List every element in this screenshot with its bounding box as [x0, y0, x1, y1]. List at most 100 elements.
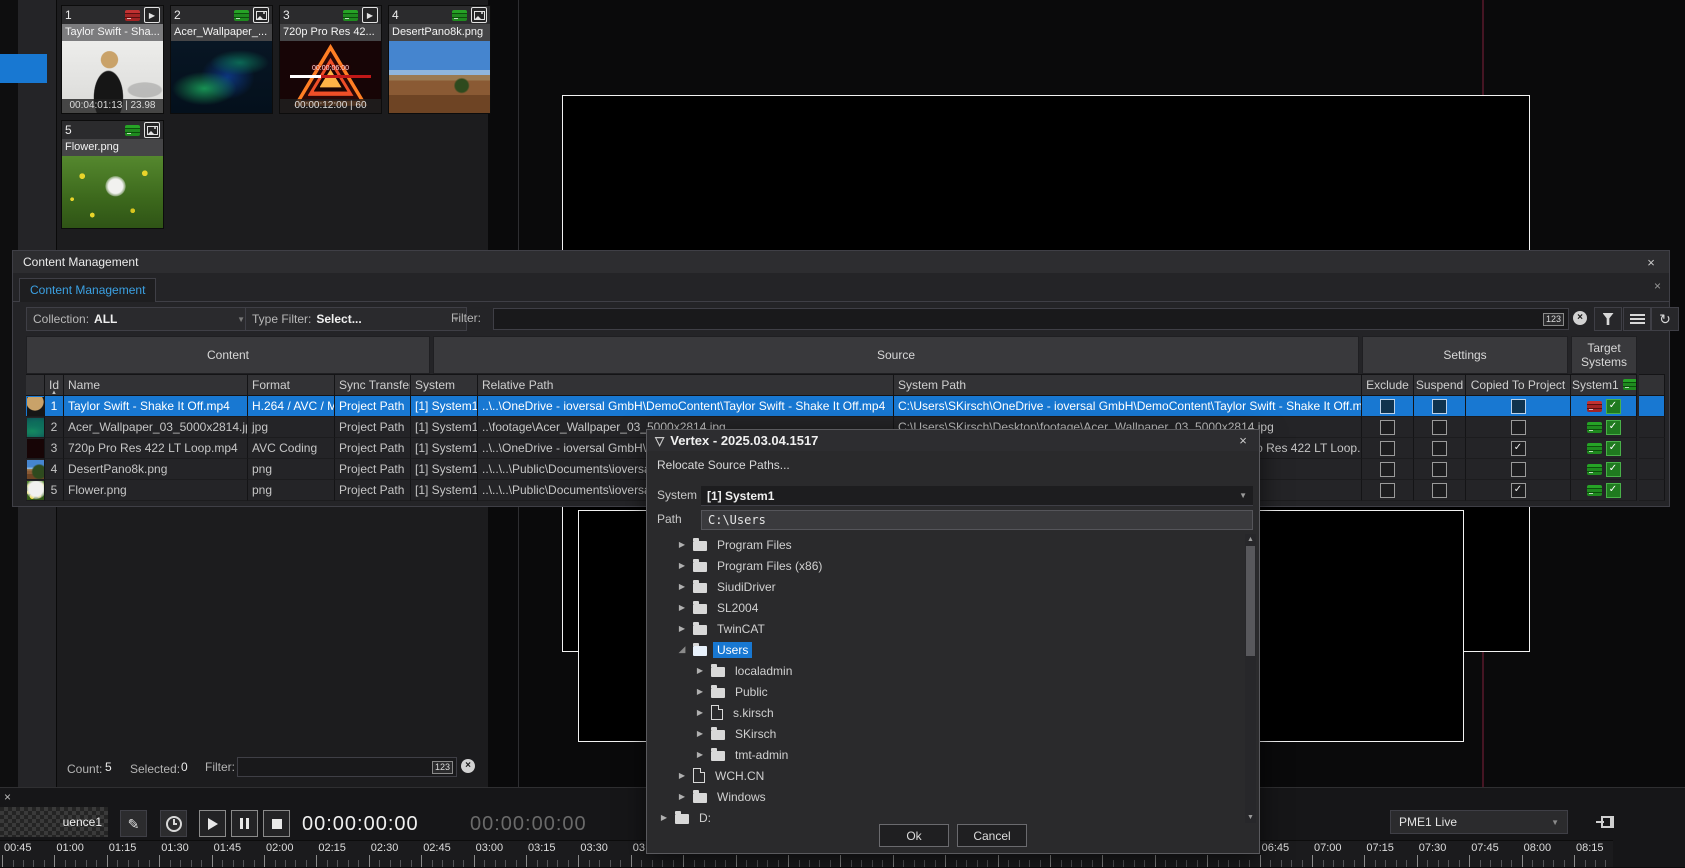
- cm-tabstrip-close-icon[interactable]: ×: [1654, 279, 1661, 293]
- cancel-button[interactable]: Cancel: [957, 824, 1027, 847]
- expander-collapsed-icon[interactable]: ▶: [677, 624, 687, 633]
- cell-exclude[interactable]: [1362, 480, 1414, 501]
- cell-copied[interactable]: ✓: [1466, 480, 1571, 501]
- tree-item[interactable]: ◢Users: [649, 639, 1243, 660]
- tree-item[interactable]: ▶s.kirsch: [649, 702, 1243, 723]
- expander-collapsed-icon[interactable]: ▶: [695, 666, 705, 675]
- media-thumbnail[interactable]: 3▶720p Pro Res 42...00:00:06:0000:00:12:…: [280, 6, 381, 113]
- checkbox-copied[interactable]: [1511, 420, 1526, 435]
- cell-copied[interactable]: [1466, 396, 1571, 417]
- checkbox-suspend[interactable]: [1432, 462, 1447, 477]
- cell-suspend[interactable]: [1414, 417, 1466, 438]
- checkbox-exclude[interactable]: [1380, 441, 1395, 456]
- media-thumbnail[interactable]: 5Flower.png: [62, 121, 163, 228]
- expander-collapsed-icon[interactable]: ▶: [695, 750, 705, 759]
- table-row[interactable]: 1Taylor Swift - Shake It Off.mp4H.264 / …: [13, 396, 1669, 417]
- column-header-target[interactable]: System1: [1571, 374, 1637, 396]
- checkbox-exclude[interactable]: [1380, 420, 1395, 435]
- cell-exclude[interactable]: [1362, 459, 1414, 480]
- numeric-filter-badge[interactable]: 123: [1543, 313, 1564, 326]
- column-header-exclude[interactable]: Exclude: [1362, 374, 1414, 396]
- tree-item[interactable]: ▶Windows: [649, 786, 1243, 807]
- expander-collapsed-icon[interactable]: ▶: [659, 813, 669, 822]
- column-header-copied[interactable]: Copied To Project: [1466, 374, 1571, 396]
- sidebar-active-indicator[interactable]: [0, 54, 47, 83]
- column-header-sync[interactable]: Sync Transfer: [335, 374, 411, 396]
- column-header-system_path[interactable]: System Path: [894, 374, 1362, 396]
- checkbox-exclude[interactable]: [1380, 483, 1395, 498]
- column-header-relative_path[interactable]: Relative Path: [478, 374, 894, 396]
- dialog-titlebar[interactable]: ▽ Vertex - 2025.03.04.1517 ×: [647, 430, 1259, 451]
- checkbox-suspend[interactable]: [1432, 420, 1447, 435]
- system-dropdown[interactable]: [1] System1 ▼: [701, 486, 1253, 506]
- collection-dropdown[interactable]: Collection: ALL ▼: [26, 307, 252, 331]
- cm-close-icon[interactable]: ×: [1643, 255, 1659, 270]
- cm-window-titlebar[interactable]: Content Management ×: [13, 251, 1669, 273]
- cell-suspend[interactable]: [1414, 396, 1466, 417]
- tree-item[interactable]: ▶WCH.CN: [649, 765, 1243, 786]
- column-header-extra[interactable]: [1639, 374, 1665, 396]
- play-button[interactable]: [199, 810, 226, 837]
- expander-collapsed-icon[interactable]: ▶: [677, 792, 687, 801]
- target-checked-icon[interactable]: ✓: [1606, 399, 1621, 414]
- edit-sequence-button[interactable]: ✎: [120, 810, 147, 837]
- checkbox-suspend[interactable]: [1432, 441, 1447, 456]
- cell-copied[interactable]: ✓: [1466, 438, 1571, 459]
- media-thumbnail[interactable]: 1▶Taylor Swift - Sha...00:04:01:13 | 23.…: [62, 6, 163, 113]
- media-thumbnail[interactable]: 4DesertPano8k.png: [389, 6, 490, 113]
- timeline-close-icon[interactable]: ×: [4, 790, 11, 804]
- expander-collapsed-icon[interactable]: ▶: [677, 603, 687, 612]
- clear-filter-icon[interactable]: ×: [1573, 311, 1587, 325]
- menu-button[interactable]: [1623, 307, 1651, 331]
- tree-item[interactable]: ▶tmt-admin: [649, 744, 1243, 765]
- column-header-id[interactable]: Id▲: [45, 374, 64, 396]
- cell-suspend[interactable]: [1414, 459, 1466, 480]
- column-header-format[interactable]: Format: [248, 374, 335, 396]
- browser-filter-input[interactable]: 123: [237, 757, 457, 777]
- cell-exclude[interactable]: [1362, 417, 1414, 438]
- checkbox-copied[interactable]: ✓: [1511, 441, 1526, 456]
- refresh-button[interactable]: ↻: [1651, 307, 1679, 331]
- pause-button[interactable]: [231, 810, 258, 837]
- expander-collapsed-icon[interactable]: ▶: [677, 561, 687, 570]
- type-filter-dropdown[interactable]: Type Filter: Select... ▼: [245, 307, 467, 331]
- target-checked-icon[interactable]: ✓: [1606, 441, 1621, 456]
- ok-button[interactable]: Ok: [879, 824, 949, 847]
- stop-button[interactable]: [263, 810, 290, 837]
- checkbox-copied[interactable]: [1511, 399, 1526, 414]
- cell-exclude[interactable]: [1362, 438, 1414, 459]
- dock-pin-icon[interactable]: [1596, 816, 1616, 828]
- timecode-mode-button[interactable]: [160, 810, 187, 837]
- cell-suspend[interactable]: [1414, 480, 1466, 501]
- cell-suspend[interactable]: [1414, 438, 1466, 459]
- checkbox-copied[interactable]: ✓: [1511, 483, 1526, 498]
- pme-live-dropdown[interactable]: PME1 Live ▼: [1390, 810, 1568, 834]
- expander-collapsed-icon[interactable]: ▶: [677, 771, 687, 780]
- tree-item[interactable]: ▶Public: [649, 681, 1243, 702]
- tree-item[interactable]: ▶TwinCAT: [649, 618, 1243, 639]
- clear-filter-icon[interactable]: ×: [461, 759, 475, 773]
- expander-collapsed-icon[interactable]: ▶: [695, 687, 705, 696]
- column-header-system[interactable]: System: [411, 374, 478, 396]
- column-header-suspend[interactable]: Suspend: [1414, 374, 1466, 396]
- checkbox-suspend[interactable]: [1432, 399, 1447, 414]
- sequence-tab[interactable]: uence1: [0, 807, 108, 837]
- cm-filter-input[interactable]: 123: [493, 308, 1569, 330]
- scrollbar-thumb[interactable]: [1246, 546, 1255, 656]
- dialog-close-icon[interactable]: ×: [1235, 433, 1251, 448]
- expander-collapsed-icon[interactable]: ▶: [677, 540, 687, 549]
- tree-item[interactable]: ▶SL2004: [649, 597, 1243, 618]
- cell-copied[interactable]: [1466, 417, 1571, 438]
- expander-collapsed-icon[interactable]: ▶: [695, 729, 705, 738]
- tree-item[interactable]: ▶localadmin: [649, 660, 1243, 681]
- target-checked-icon[interactable]: ✓: [1606, 483, 1621, 498]
- media-thumbnail[interactable]: 2Acer_Wallpaper_...: [171, 6, 272, 113]
- path-input[interactable]: C:\Users: [701, 510, 1253, 530]
- column-header-thumb[interactable]: [26, 374, 45, 396]
- checkbox-suspend[interactable]: [1432, 483, 1447, 498]
- tree-item[interactable]: ▶SKirsch: [649, 723, 1243, 744]
- tree-item[interactable]: ▶Program Files: [649, 534, 1243, 555]
- scroll-down-icon[interactable]: ▼: [1245, 812, 1256, 823]
- tree-item[interactable]: ▶Program Files (x86): [649, 555, 1243, 576]
- cell-copied[interactable]: [1466, 459, 1571, 480]
